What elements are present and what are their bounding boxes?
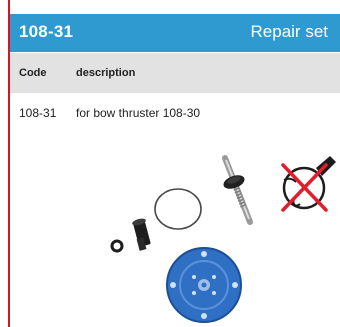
repair-set-illustration: [110, 155, 336, 323]
threaded-shaft: [222, 155, 253, 225]
washer: [110, 239, 124, 253]
o-ring: [154, 188, 202, 230]
bolt: [132, 218, 151, 251]
no-pen-icon: [281, 156, 336, 212]
product-sheet: 108-31 Repair set Code description 108-3…: [0, 0, 340, 327]
blue-flange: [166, 247, 242, 323]
